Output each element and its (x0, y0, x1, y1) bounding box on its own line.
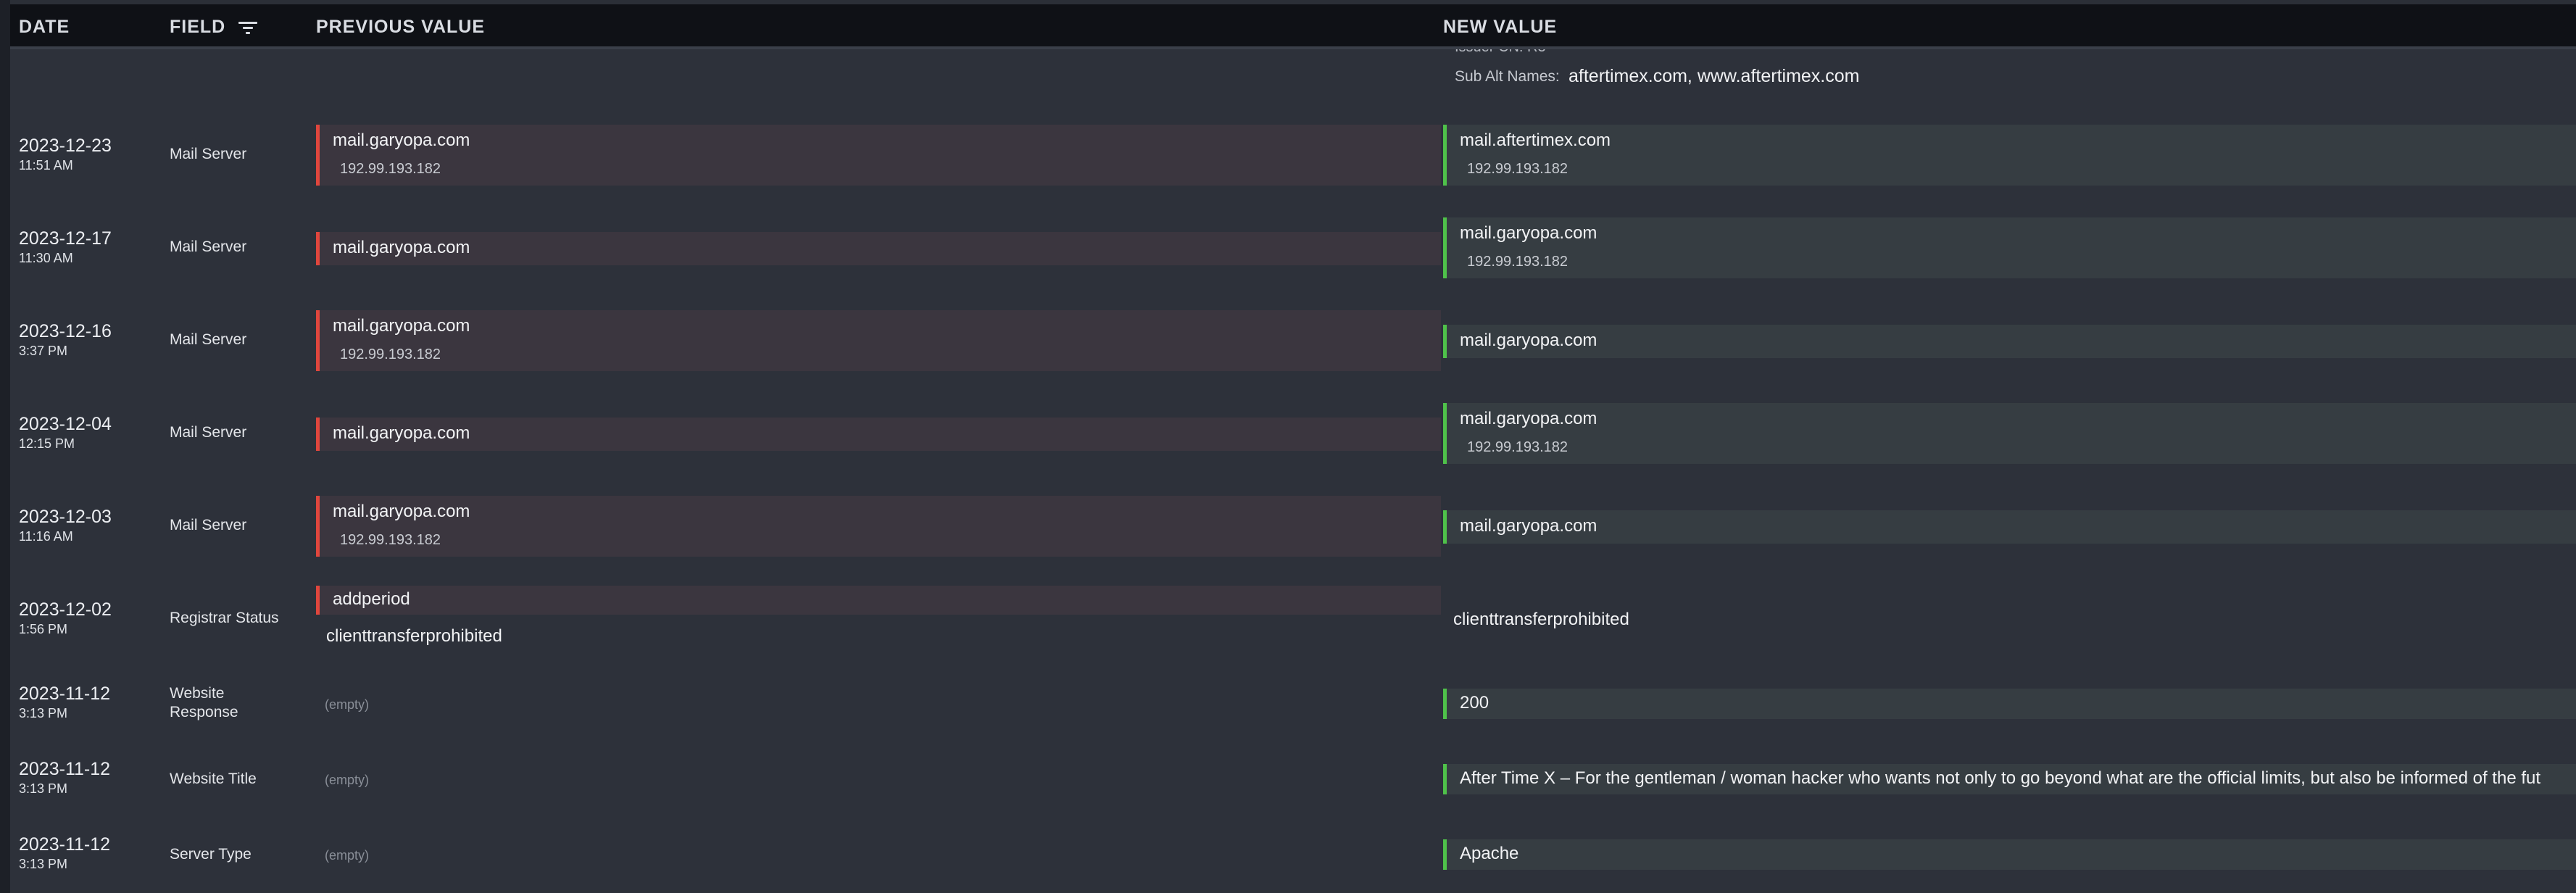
field-cell: Mail Server (170, 238, 247, 255)
new-value-added: mail.garyopa.com (1443, 510, 2576, 544)
table-row[interactable]: 2023-12-04 12:15 PM Mail Server mail.gar… (10, 387, 2576, 483)
date-cell: 2023-12-03 11:16 AM (19, 506, 112, 545)
previous-value-ip: 192.99.193.182 (340, 346, 441, 362)
new-value-added: Apache (1443, 839, 2576, 870)
date-text: 2023-12-04 (19, 414, 112, 434)
date-cell: 2023-11-12 3:13 PM (19, 758, 110, 797)
previous-value-empty: (empty) (325, 848, 370, 863)
date-cell: 2023-11-12 3:13 PM (19, 683, 110, 722)
previous-value-removed: mail.garyopa.com (316, 232, 1441, 265)
new-value-main: After Time X – For the gentleman / woman… (1460, 768, 2541, 788)
sub-alt-names-label: Sub Alt Names: (1455, 68, 1560, 85)
table-row[interactable]: 2023-12-02 1:56 PM Registrar Status addp… (10, 573, 2576, 668)
date-text: 2023-12-17 (19, 228, 112, 249)
previous-value-main: mail.garyopa.com (333, 130, 470, 150)
field-cell: Mail Server (170, 424, 247, 441)
new-value-main: mail.aftertimex.com (1460, 130, 1611, 150)
date-text: 2023-11-12 (19, 834, 111, 855)
field-text-line2: Response (170, 704, 238, 720)
date-cell: 2023-12-17 11:30 AM (19, 228, 112, 267)
date-cell: 2023-11-12 3:13 PM (19, 834, 110, 873)
table-row[interactable]: 2023-11-12 3:13 PM Server Type (empty) A… (10, 816, 2576, 893)
table-row-partial: Issuer CN: R3 Sub Alt Names: aftertimex.… (10, 45, 2576, 112)
time-text: 3:13 PM (19, 857, 68, 871)
date-cell: 2023-12-16 3:37 PM (19, 320, 112, 360)
previous-value-unchanged-status: clienttransferprohibited (326, 626, 502, 646)
column-header-date[interactable]: DATE (19, 17, 70, 38)
time-text: 3:13 PM (19, 781, 68, 796)
date-text: 2023-12-16 (19, 321, 112, 341)
time-text: 11:51 AM (19, 158, 73, 173)
column-header-new-value[interactable]: NEW VALUE (1443, 17, 1557, 38)
new-value-unchanged-status: clienttransferprohibited (1453, 610, 1629, 629)
new-value-main: mail.garyopa.com (1460, 409, 1597, 428)
table-row[interactable]: 2023-12-16 3:37 PM Mail Server mail.gary… (10, 294, 2576, 390)
previous-value-empty: (empty) (325, 773, 370, 787)
table-row[interactable]: 2023-11-12 3:13 PM Website Title (empty)… (10, 741, 2576, 819)
change-history-view: Issuer CN: R3 Sub Alt Names: aftertimex.… (0, 0, 2576, 893)
field-cell: Website Response (170, 684, 238, 722)
date-text: 2023-12-23 (19, 136, 112, 156)
new-value-main: Apache (1460, 844, 1519, 863)
new-value-added: mail.garyopa.com (1443, 325, 2576, 358)
left-edge-strip (0, 0, 10, 893)
new-value-main: 200 (1460, 693, 1489, 713)
previous-value-ip: 192.99.193.182 (340, 532, 441, 548)
new-value-added: mail.garyopa.com 192.99.193.182 (1443, 217, 2576, 278)
new-value-ip: 192.99.193.182 (1467, 254, 1569, 270)
previous-value-main: mail.garyopa.com (333, 502, 470, 521)
field-cell: Website Title (170, 771, 257, 787)
new-value-added: 200 (1443, 689, 2576, 719)
previous-value-ip: 192.99.193.182 (340, 161, 441, 177)
filter-icon[interactable] (238, 20, 258, 35)
date-text: 2023-12-03 (19, 507, 112, 527)
new-value-added: mail.aftertimex.com 192.99.193.182 (1443, 125, 2576, 186)
table-header: DATE FIELD PREVIOUS VALUE NEW VALUE (10, 4, 2576, 49)
date-text: 2023-12-02 (19, 599, 112, 620)
previous-value-main: mail.garyopa.com (333, 316, 470, 336)
field-cell: Server Type (170, 846, 252, 863)
time-text: 11:16 AM (19, 529, 73, 544)
column-header-field[interactable]: FIELD (170, 17, 258, 38)
field-text-line1: Website (170, 685, 225, 702)
column-header-field-label: FIELD (170, 17, 226, 37)
previous-value-removed: mail.garyopa.com 192.99.193.182 (316, 125, 1441, 186)
change-history-table: Issuer CN: R3 Sub Alt Names: aftertimex.… (10, 0, 2576, 893)
new-value-added: mail.garyopa.com 192.99.193.182 (1443, 403, 2576, 464)
date-text: 2023-11-12 (19, 759, 111, 779)
table-row[interactable]: 2023-12-17 11:30 AM Mail Server mail.gar… (10, 202, 2576, 297)
previous-value-removed: mail.garyopa.com 192.99.193.182 (316, 496, 1441, 557)
previous-value-removed: addperiod (316, 586, 1441, 615)
time-text: 3:37 PM (19, 344, 68, 358)
previous-value-main: mail.garyopa.com (333, 238, 470, 257)
new-value-added: After Time X – For the gentleman / woman… (1443, 764, 2576, 794)
time-text: 1:56 PM (19, 622, 68, 636)
previous-value-removed: mail.garyopa.com 192.99.193.182 (316, 310, 1441, 371)
new-value-main: mail.garyopa.com (1460, 516, 1597, 536)
date-cell: 2023-12-04 12:15 PM (19, 413, 112, 452)
field-cell: Mail Server (170, 331, 247, 348)
previous-value-removed-status: addperiod (333, 589, 410, 609)
new-value-ip: 192.99.193.182 (1467, 439, 1569, 455)
date-cell: 2023-12-02 1:56 PM (19, 599, 112, 638)
previous-value-removed: mail.garyopa.com (316, 418, 1441, 451)
previous-value-main: mail.garyopa.com (333, 423, 470, 443)
table-row[interactable]: 2023-11-12 3:13 PM Website Response (emp… (10, 665, 2576, 744)
table-row[interactable]: 2023-12-23 11:51 AM Mail Server mail.gar… (10, 109, 2576, 204)
field-cell: Registrar Status (170, 610, 279, 626)
field-cell: Mail Server (170, 517, 247, 533)
sub-alt-names-value: aftertimex.com, www.aftertimex.com (1569, 66, 1860, 86)
date-text: 2023-11-12 (19, 684, 111, 704)
date-cell: 2023-12-23 11:51 AM (19, 135, 112, 174)
new-value-main: mail.garyopa.com (1460, 331, 1597, 350)
new-value-main: mail.garyopa.com (1460, 223, 1597, 243)
previous-value-empty: (empty) (325, 697, 370, 712)
time-text: 3:13 PM (19, 706, 68, 720)
table-row[interactable]: 2023-12-03 11:16 AM Mail Server mail.gar… (10, 480, 2576, 576)
time-text: 12:15 PM (19, 436, 75, 451)
field-cell: Mail Server (170, 146, 247, 162)
time-text: 11:30 AM (19, 251, 73, 265)
column-header-previous-value[interactable]: PREVIOUS VALUE (316, 17, 485, 38)
new-value-ip: 192.99.193.182 (1467, 161, 1569, 177)
